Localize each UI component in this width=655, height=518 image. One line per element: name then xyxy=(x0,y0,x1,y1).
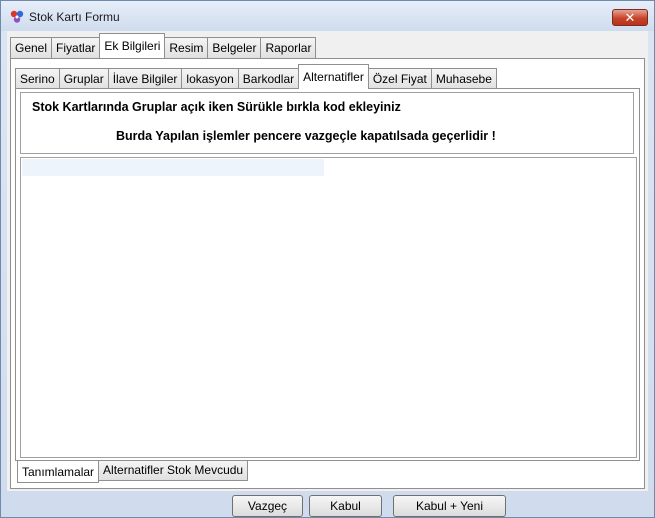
tab-gruplar[interactable]: Gruplar xyxy=(58,68,109,89)
sub-tab-strip: Serino Gruplar İlave Bilgiler lokasyon B… xyxy=(15,63,497,89)
form-client-area: Genel Fiyatlar Ek Bilgileri Resim Belgel… xyxy=(7,31,648,491)
top-tab-strip: Genel Fiyatlar Ek Bilgileri Resim Belgel… xyxy=(10,31,317,58)
close-button[interactable]: ✕ xyxy=(612,9,648,26)
tab-ozel-fiyat[interactable]: Özel Fiyat xyxy=(367,68,432,89)
alternatifler-panel: Stok Kartlarında Gruplar açık iken Sürük… xyxy=(15,88,640,461)
kabul-yeni-button[interactable]: Kabul + Yeni xyxy=(393,495,506,517)
button-bar: Vazgeç Kabul Kabul + Yeni xyxy=(1,495,654,518)
info-warning: Burda Yapılan işlemler pencere vazgeçle … xyxy=(116,129,496,143)
tab-ek-bilgileri[interactable]: Ek Bilgileri xyxy=(99,33,166,58)
vazgec-button[interactable]: Vazgeç xyxy=(232,495,303,517)
tab-alternatifler[interactable]: Alternatifler xyxy=(298,64,369,89)
title-bar[interactable]: Stok Kartı Formu ✕ xyxy=(1,1,654,31)
list-item[interactable] xyxy=(22,159,324,176)
tab-belgeler[interactable]: Belgeler xyxy=(207,37,262,58)
info-drag-hint: Stok Kartlarında Gruplar açık iken Sürük… xyxy=(32,100,401,114)
tab-fiyatlar[interactable]: Fiyatlar xyxy=(51,37,101,58)
tab-resim[interactable]: Resim xyxy=(164,37,209,58)
window-title: Stok Kartı Formu xyxy=(29,10,120,24)
tab-muhasebe[interactable]: Muhasebe xyxy=(430,68,497,89)
close-icon: ✕ xyxy=(624,10,636,25)
ek-bilgileri-panel: Serino Gruplar İlave Bilgiler lokasyon B… xyxy=(10,58,645,489)
bottom-tab-strip: Tanımlamalar Alternatifler Stok Mevcudu xyxy=(17,461,249,485)
kabul-button[interactable]: Kabul xyxy=(309,495,382,517)
stok-app-icon xyxy=(9,9,25,25)
tab-ilave-bilgiler[interactable]: İlave Bilgiler xyxy=(107,68,183,89)
tab-lokasyon[interactable]: lokasyon xyxy=(181,68,239,89)
info-box: Stok Kartlarında Gruplar açık iken Sürük… xyxy=(20,92,634,154)
tab-alternatifler-stok-mevcudu[interactable]: Alternatifler Stok Mevcudu xyxy=(98,461,249,481)
stok-karti-window: Stok Kartı Formu ✕ Genel Fiyatlar Ek Bil… xyxy=(0,0,655,518)
tab-genel[interactable]: Genel xyxy=(10,37,53,58)
alternatives-list[interactable] xyxy=(20,157,637,458)
tab-tanimlamalar[interactable]: Tanımlamalar xyxy=(17,461,100,483)
tab-serino[interactable]: Serino xyxy=(15,68,60,89)
tab-barkodlar[interactable]: Barkodlar xyxy=(237,68,300,89)
tab-raporlar[interactable]: Raporlar xyxy=(260,37,317,58)
